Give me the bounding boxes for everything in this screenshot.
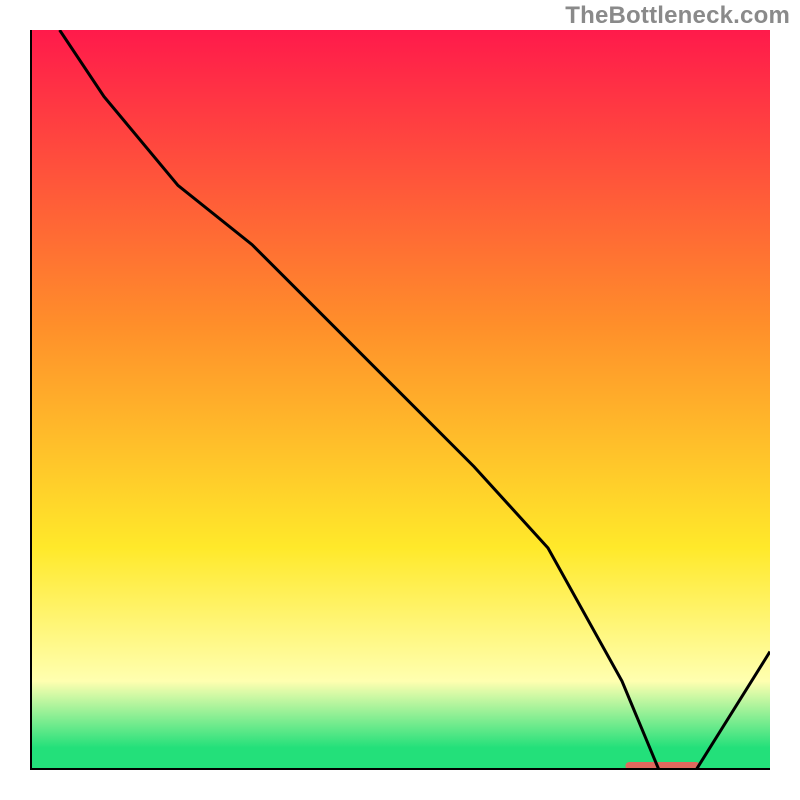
watermark-text: TheBottleneck.com xyxy=(565,2,790,30)
plot-area xyxy=(30,30,770,770)
chart-svg xyxy=(30,30,770,770)
chart-container: TheBottleneck.com xyxy=(0,0,800,800)
